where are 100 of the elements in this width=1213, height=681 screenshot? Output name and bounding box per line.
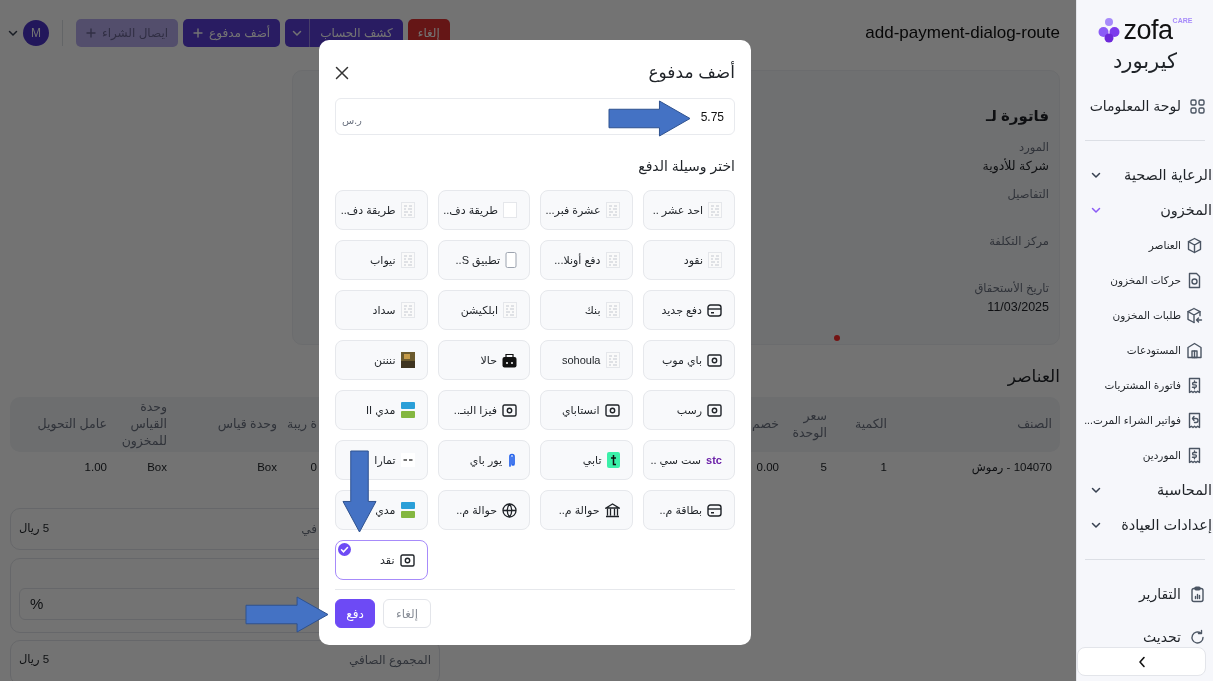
payment-method[interactable]: دفع جديد <box>642 290 735 330</box>
image-thumbnail-icon <box>503 302 517 318</box>
method-label: طريقة دف.. <box>340 202 396 219</box>
image-thumbnail-icon <box>605 202 620 218</box>
payment-method[interactable]: ننننن <box>335 340 428 380</box>
payment-method[interactable]: فيزا البنـ.. <box>437 390 530 430</box>
column-header: الكمية <box>855 417 887 432</box>
method-label: نقد <box>380 552 395 568</box>
payment-method[interactable]: انستاباي <box>540 390 633 430</box>
payment-method[interactable]: طريقة دف.. <box>335 190 428 230</box>
sidebar-subitem[interactable]: طلبات المخزون <box>1077 298 1213 333</box>
payment-method[interactable]: حوالة م.. <box>437 490 530 530</box>
method-label: فيزا البنـ.. <box>453 402 497 419</box>
field-label: تاريخ الأستحقاق <box>974 280 1049 297</box>
box-arrow-icon <box>1186 307 1203 324</box>
sidebar-item[interactable]: لوحة المعلومات <box>1077 89 1213 124</box>
sidebar-subitem[interactable]: المستودعات <box>1077 333 1213 368</box>
payment-method[interactable]: بطاقة م.. <box>642 490 735 530</box>
image-thumbnail-icon <box>400 202 415 218</box>
table-cell: Box <box>257 461 277 474</box>
payment-method[interactable]: تطبيق S.. <box>437 240 530 280</box>
table-cell: 1 <box>880 461 887 474</box>
close-button[interactable] <box>335 66 349 80</box>
column-header: وحدة القياس للمخزون <box>121 400 167 448</box>
caret-icon[interactable] <box>8 29 18 37</box>
payment-method[interactable]: رسب <box>642 390 735 430</box>
column-header: الصنف <box>1017 417 1052 432</box>
field-label: مركز التكلفة <box>989 233 1049 250</box>
table-cell: 104070 - رموش <box>971 461 1052 474</box>
summary-label: المجموع الصافي <box>348 652 431 669</box>
receipt-icon <box>1186 412 1203 429</box>
sidebar-group[interactable]: الرعاية الصحية <box>1077 158 1213 193</box>
sidebar-group[interactable]: إعدادات العيادة <box>1077 508 1213 543</box>
method-label: ست سي .. <box>650 452 702 469</box>
summary-value: 5 ريال <box>19 652 50 668</box>
payment-method[interactable]: ابلكيشن <box>437 290 530 330</box>
payment-method[interactable]: بنك <box>540 290 633 330</box>
dialog-title: أضف مدفوع <box>648 60 735 85</box>
method-label: انستاباي <box>561 402 600 419</box>
method-label: حوالة م.. <box>456 502 497 519</box>
field-label: المورد <box>1019 139 1049 156</box>
paperclip-icon <box>507 452 517 468</box>
table-cell: Box <box>147 461 167 474</box>
payment-method[interactable]: طريقة دف.. <box>437 190 530 230</box>
payment-method[interactable]: دفع أونلا... <box>540 240 633 280</box>
dropdown-button[interactable] <box>285 19 311 47</box>
method-label: ننننن <box>374 352 396 369</box>
image-thumbnail-icon <box>708 202 722 218</box>
image-thumbnail-icon <box>605 252 620 268</box>
sidebar-subitem[interactable]: فاتورة المشتريات <box>1077 368 1213 403</box>
payment-method[interactable]: مدي II <box>335 390 428 430</box>
sidebar-item[interactable]: التقارير <box>1077 577 1213 612</box>
table-cell: 0 <box>310 461 317 474</box>
payment-method[interactable]: نقود <box>642 240 735 280</box>
method-label: نقود <box>683 252 703 269</box>
payment-method[interactable]: نقد <box>335 540 428 580</box>
logo-icon <box>1097 17 1120 43</box>
card-icon <box>707 303 722 317</box>
document-icon <box>1186 272 1203 289</box>
photo-thumbnail-icon <box>400 352 415 368</box>
method-label: تابي <box>582 452 602 469</box>
method-label: احد عشر .. <box>652 202 703 219</box>
image-thumbnail-icon <box>708 252 722 268</box>
payment-method[interactable]: باي موب <box>642 340 735 380</box>
tile-icon <box>606 452 620 468</box>
sidebar-item[interactable]: تحديث <box>1077 627 1213 647</box>
sidebar-subitem[interactable]: حركات المخزون <box>1077 263 1213 298</box>
image-thumbnail-icon <box>400 302 415 318</box>
payment-method[interactable]: عشرة فبر... <box>540 190 633 230</box>
payment-method[interactable]: نيواب <box>335 240 428 280</box>
payment-method[interactable]: حالا <box>437 340 530 380</box>
column-header: ة ريبة <box>287 417 317 432</box>
payment-method[interactable]: يور باي <box>437 440 530 480</box>
sidebar-group[interactable]: المحاسبة <box>1077 473 1213 508</box>
section-heading: العناصر <box>1006 366 1060 388</box>
method-label: طريقة دف.. <box>443 202 498 219</box>
table-cell: 0.00 <box>756 461 779 474</box>
column-header: وحدة قياس <box>217 417 277 432</box>
method-label: ابلكيشن <box>460 302 498 319</box>
bag-icon <box>502 352 517 368</box>
plus-icon <box>193 28 204 38</box>
phone-icon <box>505 252 517 268</box>
receipt-icon <box>1186 447 1203 464</box>
clinic-name: كيربورد <box>1111 48 1179 75</box>
payment-method[interactable]: سداد <box>335 290 428 330</box>
payment-method[interactable]: sohoula <box>540 340 633 380</box>
sidebar-group[interactable]: المخزون <box>1077 193 1213 228</box>
bank-icon <box>604 502 620 518</box>
payment-method[interactable]: احد عشر .. <box>642 190 735 230</box>
cash-icon <box>604 403 620 417</box>
sidebar-subitem[interactable]: الموردين <box>1077 438 1213 473</box>
clipboard-icon <box>1189 586 1206 603</box>
pay-button[interactable]: دفع <box>335 599 375 628</box>
method-label: مدي II <box>366 402 396 419</box>
payment-method[interactable]: حوالة م.. <box>540 490 633 530</box>
sidebar-subitem[interactable]: العناصر <box>1077 228 1213 263</box>
payment-method[interactable]: تابي <box>540 440 633 480</box>
sidebar-subitem[interactable]: فواتير الشراء المرت... <box>1077 403 1213 438</box>
refresh-icon <box>1189 628 1206 646</box>
cash-icon <box>502 403 517 417</box>
